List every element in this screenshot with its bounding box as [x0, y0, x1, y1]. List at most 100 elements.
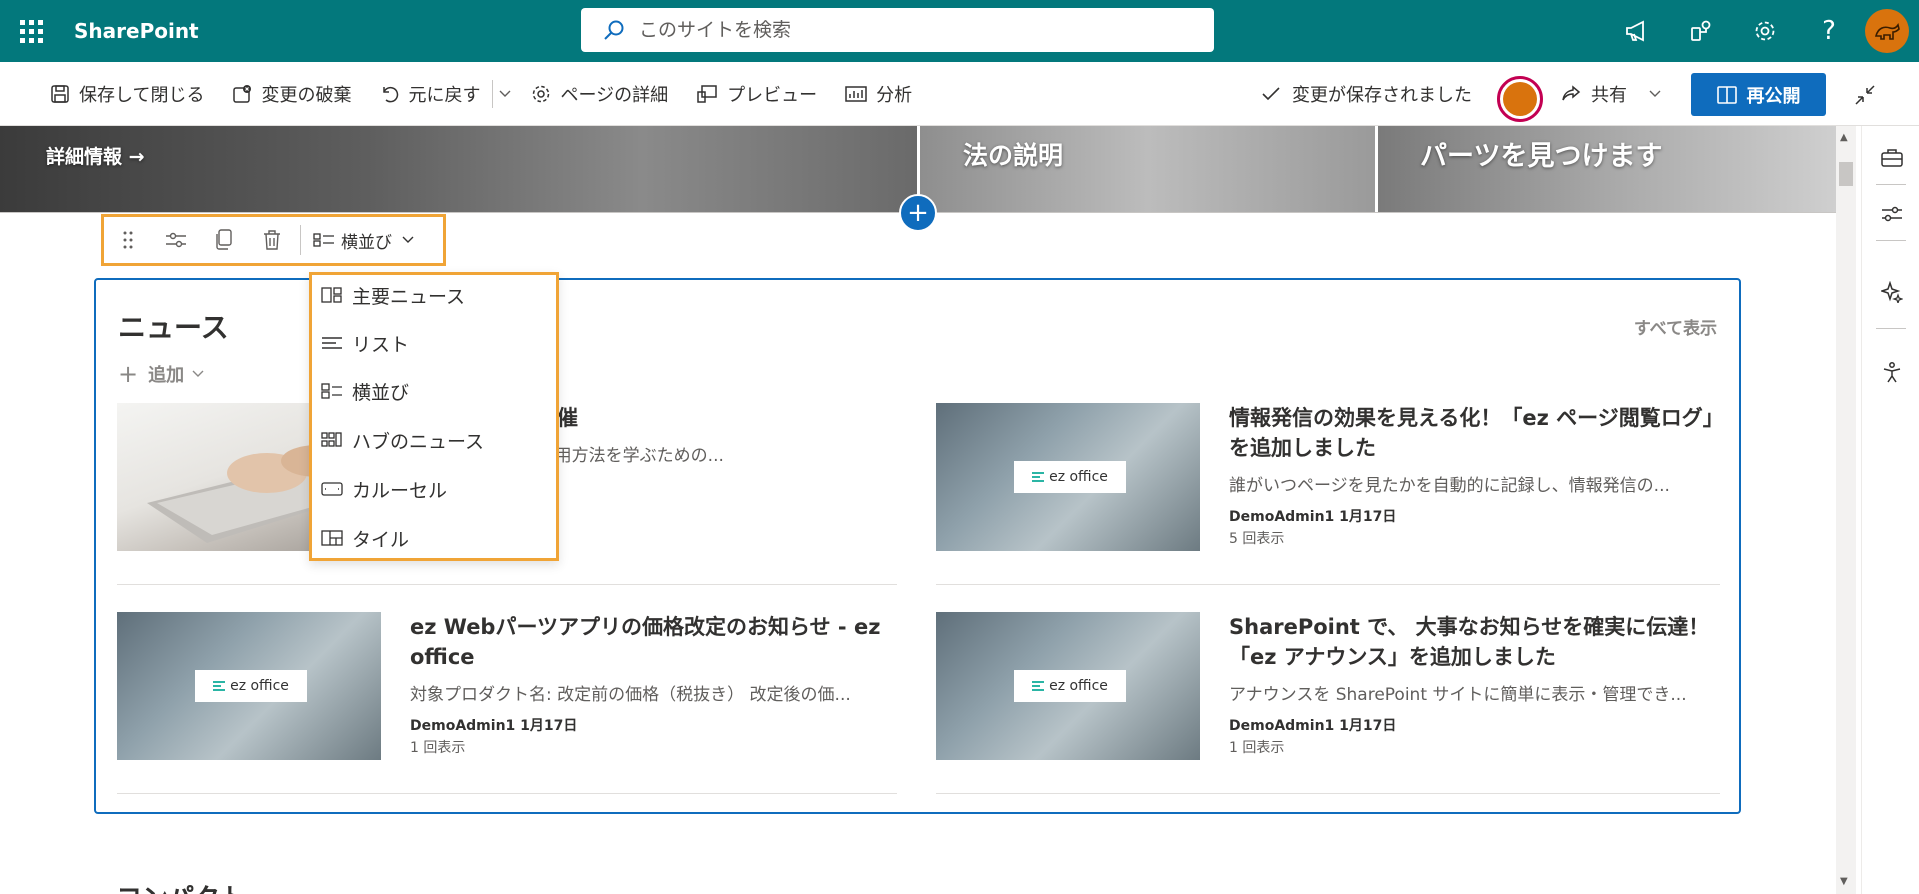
article-divider [117, 584, 897, 585]
article-title[interactable]: 情報発信の効果を見える化！「ez ページ閲覧ログ」を追加しました [1229, 403, 1724, 463]
brand-title[interactable]: SharePoint [74, 19, 199, 43]
settings-icon[interactable] [1733, 0, 1797, 62]
article-title[interactable]: ez Webパーツアプリの価格改定のお知らせ - ez office [410, 612, 905, 672]
save-close-button[interactable]: 保存して閉じる [0, 62, 218, 126]
add-section-button[interactable]: + [899, 194, 937, 232]
layout-option-carousel[interactable]: カルーセル [312, 469, 556, 509]
add-news-button[interactable]: + 追加 [118, 360, 204, 388]
layout-option-side-by-side[interactable]: 横並び [312, 371, 556, 411]
command-bar: 保存して閉じる 変更の破棄 元に戻す ページの詳細 プレビュー 分析 変更が保存… [0, 62, 1919, 126]
collapse-icon[interactable] [1850, 80, 1880, 110]
chart-icon [845, 85, 867, 103]
discard-icon [232, 84, 252, 104]
toolbox-icon[interactable] [1880, 146, 1904, 170]
share-button[interactable]: 共有 [1561, 62, 1661, 126]
help-icon[interactable]: ? [1797, 0, 1861, 62]
see-all-link[interactable]: すべて表示 [1634, 314, 1717, 339]
coauthor-avatar[interactable] [1497, 76, 1543, 122]
news-article[interactable]: ez office SharePoint で、 大事なお知らせを確実に伝達！「e… [936, 612, 1726, 760]
tiles-icon [321, 529, 343, 547]
save-close-label: 保存して閉じる [79, 84, 205, 106]
article-divider [117, 793, 897, 794]
sparkle-icon[interactable] [1880, 280, 1904, 304]
page-details-button[interactable]: ページの詳細 [517, 62, 682, 126]
suite-bar: SharePoint ? [0, 0, 1919, 62]
add-news-label: 追加 [148, 365, 185, 386]
page-scrollbar[interactable]: ▲ ▼ [1836, 126, 1856, 894]
preview-label: プレビュー [727, 84, 818, 106]
news-article[interactable]: ez office ez Webパーツアプリの価格改定のお知らせ - ez of… [117, 612, 907, 760]
page-details-label: ページの詳細 [560, 84, 669, 106]
hero-tile-1[interactable] [0, 126, 917, 212]
rail-divider [1876, 328, 1906, 329]
layout-option-hub-news[interactable]: ハブのニュース [312, 420, 556, 460]
undo-label: 元に戻す [408, 84, 481, 106]
drag-handle-icon[interactable] [104, 217, 152, 263]
settings-sliders-icon[interactable] [1880, 202, 1904, 226]
scroll-up-icon[interactable]: ▲ [1840, 132, 1848, 143]
menu-item-label: 主要ニュース [352, 285, 466, 308]
chevron-down-icon [192, 370, 204, 377]
ez-logo-icon [1032, 681, 1045, 691]
saved-status-label: 変更が保存されました [1292, 85, 1472, 106]
republish-button[interactable]: 再公開 [1691, 73, 1826, 116]
analytics-button[interactable]: 分析 [831, 62, 926, 126]
menu-item-label: リスト [352, 333, 410, 356]
rail-divider [1876, 184, 1906, 185]
article-views: 1 回表示 [410, 740, 466, 756]
scroll-down-icon[interactable]: ▼ [1840, 876, 1848, 887]
accessibility-icon[interactable] [1880, 360, 1904, 384]
list-icon [321, 334, 343, 352]
saved-status: 変更が保存されました [1262, 62, 1472, 126]
save-icon [50, 84, 70, 104]
article-meta: DemoAdmin1 1月17日 [1229, 718, 1397, 734]
scroll-thumb[interactable] [1839, 162, 1853, 186]
article-description: 対象プロダクト名: 改定前の価格（税抜き） 改定後の価... [410, 685, 851, 705]
app-launcher-icon[interactable] [0, 0, 62, 62]
undo-dropdown-button[interactable] [486, 62, 517, 126]
republish-label: 再公開 [1746, 85, 1801, 107]
preview-button[interactable]: プレビュー [682, 62, 831, 126]
news-article[interactable]: ez office 情報発信の効果を見える化！「ez ページ閲覧ログ」を追加しま… [936, 403, 1726, 551]
article-thumbnail[interactable]: ez office [936, 612, 1200, 760]
search-icon [604, 20, 624, 40]
article-text: ez Webパーツアプリの価格改定のお知らせ - ez office 対象プロダ… [410, 612, 905, 757]
article-thumbnail[interactable]: ez office [936, 403, 1200, 551]
undo-divider [492, 79, 494, 108]
ez-logo-icon [213, 681, 226, 691]
delete-icon[interactable] [248, 217, 296, 263]
hero-tile-1-link[interactable]: 詳細情報 → [46, 142, 145, 169]
layout-dropdown-button[interactable]: 横並び [305, 228, 414, 253]
discard-button[interactable]: 変更の破棄 [218, 62, 365, 126]
layout-menu: 主要ニュース リスト 横並び ハブのニュース カルーセル タイル [309, 272, 559, 561]
layout-option-tiles[interactable]: タイル [312, 518, 556, 558]
chevron-down-icon [499, 90, 511, 97]
ez-logo-icon [1032, 472, 1045, 482]
discard-label: 変更の破棄 [261, 84, 352, 106]
article-thumbnail[interactable]: ez office [117, 612, 381, 760]
article-divider [936, 584, 1720, 585]
megaphone-icon[interactable] [1605, 0, 1669, 62]
hero-tile-2-title: 法の説明 [963, 141, 1064, 170]
badge-text: ez office [1049, 469, 1108, 485]
article-description: 誰がいつページを見たかを自動的に記録し、情報発信の... [1229, 476, 1670, 496]
badge-text: ez office [1049, 678, 1108, 694]
book-icon [1716, 85, 1737, 104]
share-network-icon[interactable] [1669, 0, 1733, 62]
plus-icon: + [118, 360, 139, 388]
next-section-heading: コンパクト [116, 878, 246, 894]
search-box[interactable] [581, 8, 1214, 52]
share-label: 共有 [1591, 85, 1627, 106]
user-avatar[interactable] [1865, 9, 1909, 53]
edit-properties-icon[interactable] [152, 217, 200, 263]
top-story-icon [321, 286, 343, 304]
right-rail [1861, 126, 1919, 894]
layout-option-list[interactable]: リスト [312, 323, 556, 363]
layout-dropdown-label: 横並び [341, 232, 392, 253]
search-input[interactable] [639, 19, 1159, 41]
duplicate-icon[interactable] [200, 217, 248, 263]
layout-option-top-story[interactable]: 主要ニュース [312, 275, 556, 315]
menu-item-label: カルーセル [352, 479, 448, 502]
undo-button[interactable]: 元に戻す [365, 62, 486, 126]
article-title[interactable]: SharePoint で、 大事なお知らせを確実に伝達！「ez アナウンス」を追… [1229, 612, 1724, 672]
